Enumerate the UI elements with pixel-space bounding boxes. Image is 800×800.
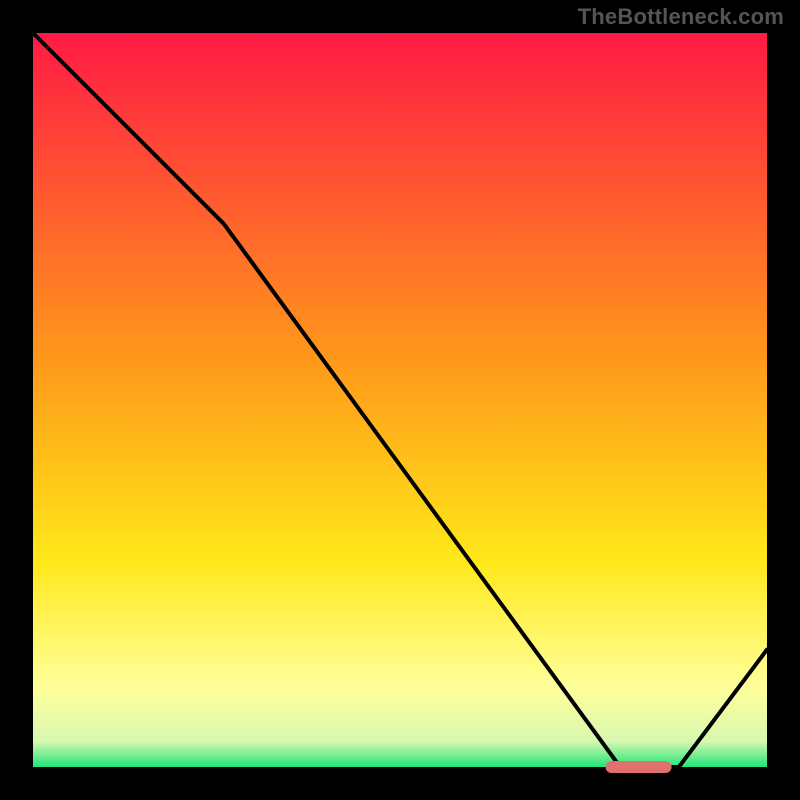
chart-svg [0, 0, 800, 800]
watermark-text: TheBottleneck.com [578, 4, 784, 30]
optimal-marker [606, 761, 672, 773]
chart-container: TheBottleneck.com [0, 0, 800, 800]
